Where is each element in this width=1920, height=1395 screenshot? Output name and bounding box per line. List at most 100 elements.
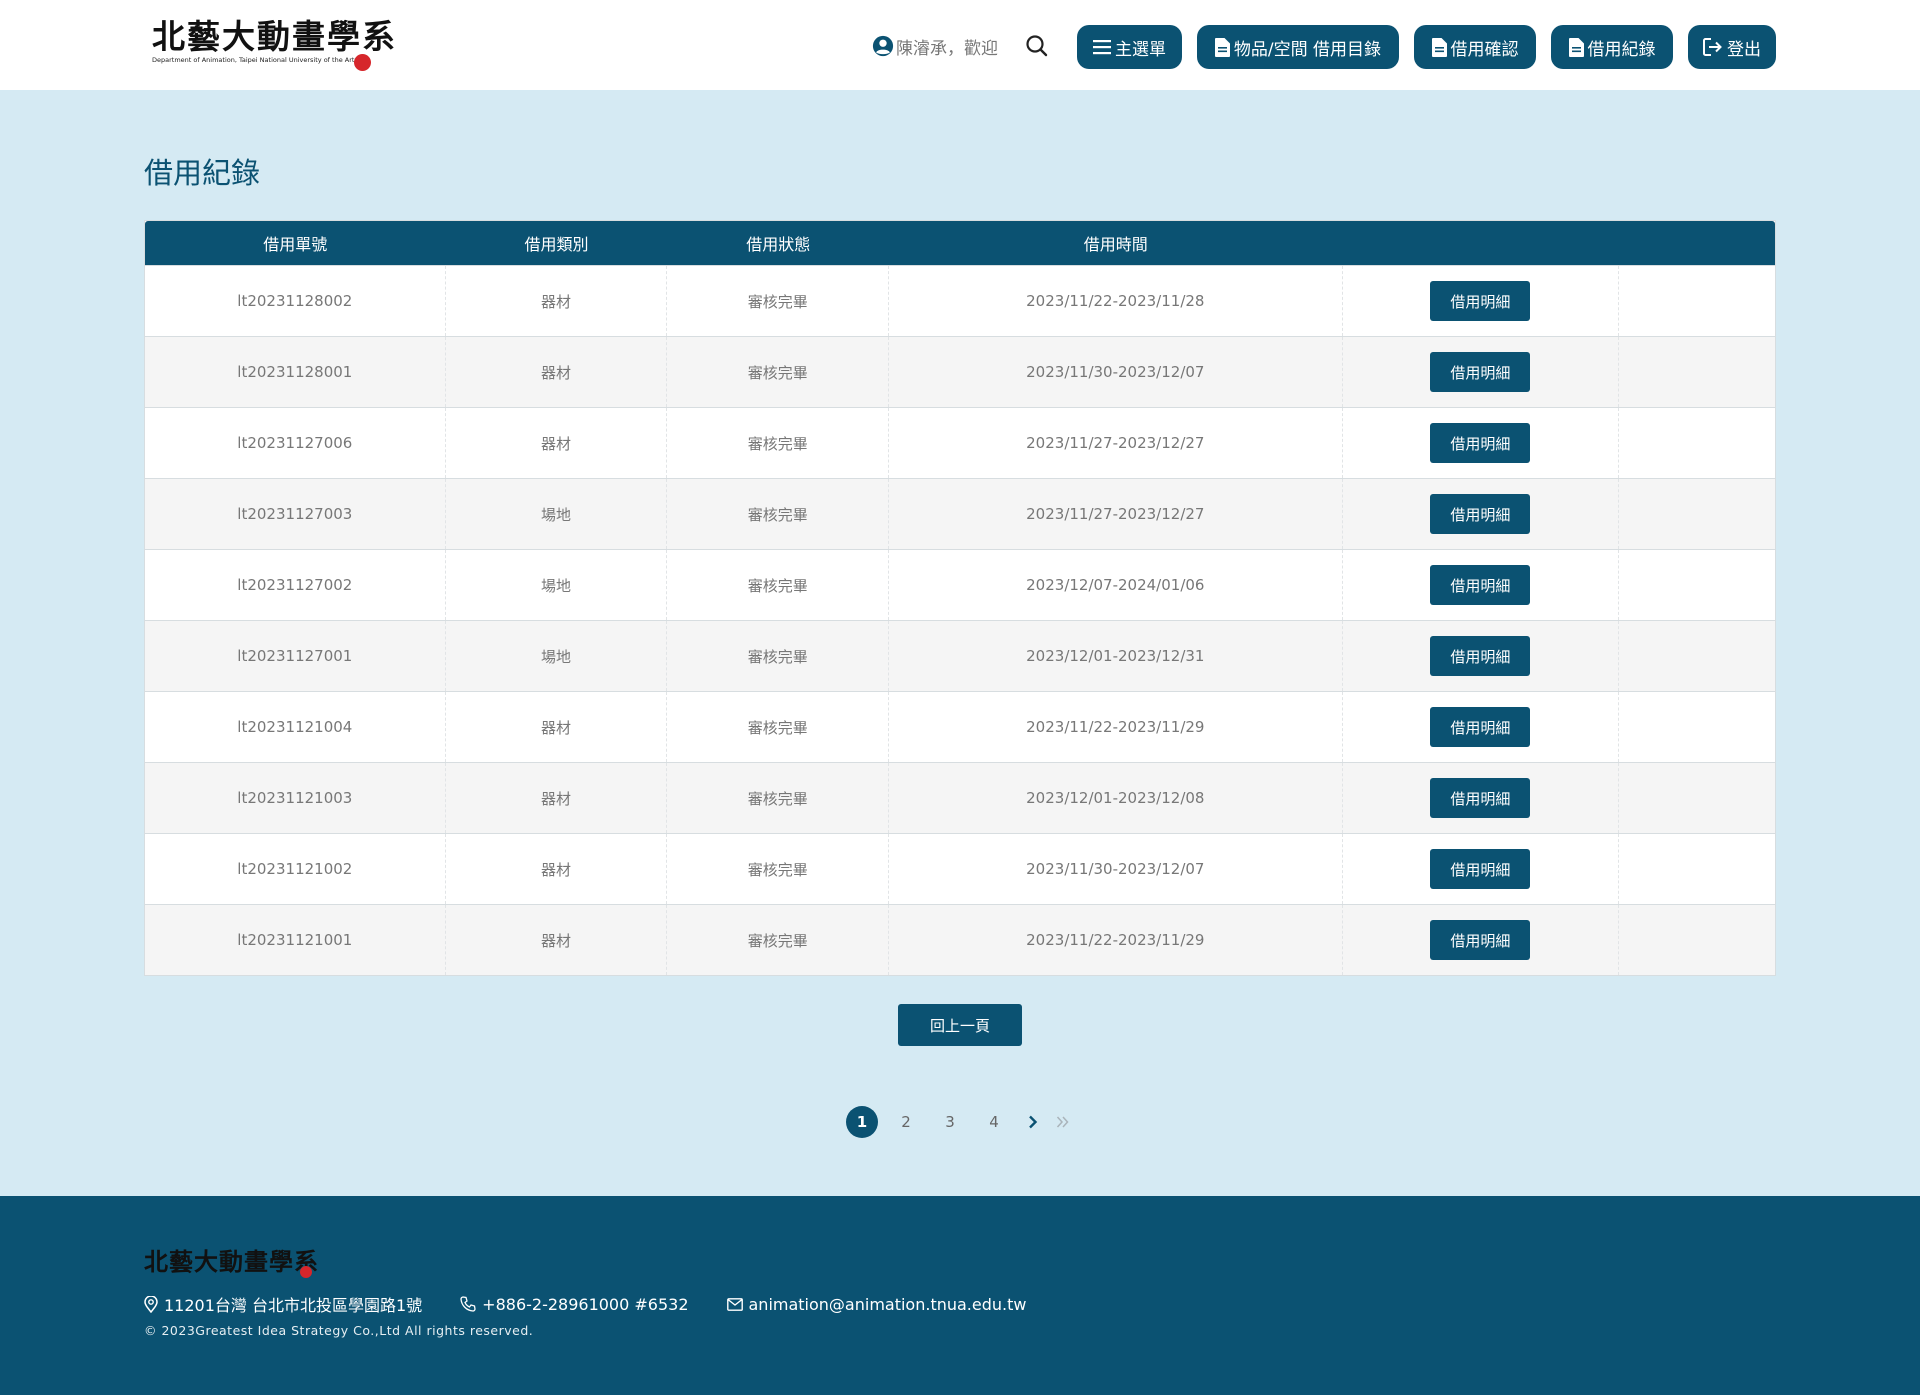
cell-action: 借用明細: [1343, 479, 1620, 549]
user-circle-icon: [872, 35, 894, 57]
cell-extra: [1619, 905, 1775, 975]
cell-period: 2023/11/27-2023/12/27: [889, 479, 1343, 549]
cell-id: lt20231121003: [145, 763, 446, 833]
chevron-right-icon: [1029, 1115, 1038, 1129]
address-text: 11201台灣 台北市北投區學園路1號: [164, 1296, 423, 1315]
cell-id: lt20231128001: [145, 337, 446, 407]
cell-category: 場地: [446, 479, 668, 549]
column-header-category: 借用類別: [524, 235, 589, 254]
nav-borrow-confirm-button[interactable]: 借用確認: [1414, 25, 1536, 69]
logo-subtitle: Department of Animation, Taipei National…: [152, 56, 358, 64]
cell-action: 借用明細: [1343, 266, 1620, 336]
detail-button[interactable]: 借用明細: [1430, 849, 1531, 889]
cell-extra: [1619, 692, 1775, 762]
cell-extra: [1619, 479, 1775, 549]
cell-extra: [1619, 408, 1775, 478]
phone-text: +886-2-28961000 #6532: [482, 1294, 689, 1314]
footer-email[interactable]: animation@animation.tnua.edu.tw: [726, 1294, 1027, 1314]
column-header-extra: [1619, 221, 1775, 265]
nav-label: 借用紀錄: [1587, 39, 1656, 60]
detail-button[interactable]: 借用明細: [1430, 707, 1531, 747]
table-row: lt20231127006 器材 審核完畢 2023/11/27-2023/12…: [145, 407, 1775, 478]
department-logo[interactable]: 北藝大動畫學系 Department of Animation, Taipei …: [152, 18, 395, 72]
cell-status: 審核完畢: [667, 692, 890, 762]
document-icon: [1568, 37, 1584, 57]
footer-phone[interactable]: +886-2-28961000 #6532: [460, 1294, 689, 1314]
footer: 北藝大動畫學系 11201台灣 台北市北投區學園路1號 +886-2-28961…: [0, 1196, 1920, 1395]
column-header-id: 借用單號: [263, 235, 328, 254]
page-link-3[interactable]: 3: [934, 1106, 966, 1138]
cell-id: lt20231121001: [145, 905, 446, 975]
document-icon: [1431, 37, 1447, 57]
table-row: lt20231127001 場地 審核完畢 2023/12/01-2023/12…: [145, 620, 1775, 691]
document-icon: [1214, 37, 1230, 57]
nav-catalog-button[interactable]: 物品/空間 借用目錄: [1197, 25, 1399, 69]
menu-icon: [1093, 40, 1111, 55]
cell-extra: [1619, 550, 1775, 620]
back-button[interactable]: 回上一頁: [898, 1004, 1022, 1046]
table-row: lt20231121002 器材 審核完畢 2023/11/30-2023/12…: [145, 833, 1775, 904]
nav-label: 物品/空間 借用目錄: [1233, 39, 1382, 60]
cell-action: 借用明細: [1343, 550, 1620, 620]
next-page-button[interactable]: [1022, 1106, 1044, 1138]
cell-category: 器材: [446, 266, 668, 336]
logo-seal-icon: [354, 54, 371, 71]
detail-button[interactable]: 借用明細: [1430, 281, 1531, 321]
cell-extra: [1619, 763, 1775, 833]
detail-button[interactable]: 借用明細: [1430, 565, 1531, 605]
cell-id: lt20231127001: [145, 621, 446, 691]
page-link-1[interactable]: 1: [846, 1106, 878, 1138]
copyright-text: © 2023Greatest Idea Strategy Co.,Ltd All…: [144, 1323, 534, 1338]
cell-action: 借用明細: [1343, 763, 1620, 833]
cell-category: 器材: [446, 408, 668, 478]
cell-period: 2023/11/30-2023/12/07: [889, 834, 1343, 904]
cell-action: 借用明細: [1343, 337, 1620, 407]
page-link-4[interactable]: 4: [978, 1106, 1010, 1138]
cell-status: 審核完畢: [667, 834, 890, 904]
location-pin-icon: [144, 1295, 158, 1313]
cell-id: lt20231121004: [145, 692, 446, 762]
cell-id: lt20231121002: [145, 834, 446, 904]
table-row: lt20231121003 器材 審核完畢 2023/12/01-2023/12…: [145, 762, 1775, 833]
cell-status: 審核完畢: [667, 550, 890, 620]
logout-icon: [1703, 38, 1722, 56]
page-link-2[interactable]: 2: [890, 1106, 922, 1138]
detail-button[interactable]: 借用明細: [1430, 423, 1531, 463]
email-text: animation@animation.tnua.edu.tw: [748, 1294, 1027, 1314]
footer-logo: 北藝大動畫學系: [144, 1247, 319, 1276]
cell-status: 審核完畢: [667, 763, 890, 833]
column-header-status: 借用狀態: [746, 235, 811, 254]
table-row: lt20231121004 器材 審核完畢 2023/11/22-2023/11…: [145, 691, 1775, 762]
column-header-action: [1343, 221, 1620, 265]
table-row: lt20231127003 場地 審核完畢 2023/11/27-2023/12…: [145, 478, 1775, 549]
detail-button[interactable]: 借用明細: [1430, 494, 1531, 534]
table-row: lt20231121001 器材 審核完畢 2023/11/22-2023/11…: [145, 904, 1775, 975]
cell-category: 器材: [446, 337, 668, 407]
last-page-button[interactable]: [1052, 1106, 1074, 1138]
cell-category: 器材: [446, 834, 668, 904]
cell-extra: [1619, 834, 1775, 904]
cell-action: 借用明細: [1343, 408, 1620, 478]
detail-button[interactable]: 借用明細: [1430, 778, 1531, 818]
search-button[interactable]: [1024, 33, 1050, 59]
cell-period: 2023/11/22-2023/11/29: [889, 905, 1343, 975]
top-header: 北藝大動畫學系 Department of Animation, Taipei …: [0, 0, 1920, 90]
detail-button[interactable]: 借用明細: [1430, 920, 1531, 960]
nav-label: 主選單: [1115, 39, 1166, 60]
detail-button[interactable]: 借用明細: [1430, 352, 1531, 392]
cell-extra: [1619, 337, 1775, 407]
cell-period: 2023/12/01-2023/12/08: [889, 763, 1343, 833]
table-row: lt20231127002 場地 審核完畢 2023/12/07-2024/01…: [145, 549, 1775, 620]
detail-button[interactable]: 借用明細: [1430, 636, 1531, 676]
cell-period: 2023/12/01-2023/12/31: [889, 621, 1343, 691]
envelope-icon: [726, 1297, 743, 1311]
nav-logout-button[interactable]: 登出: [1688, 25, 1776, 69]
borrow-record-table: 借用單號 借用類別 借用狀態 借用時間 lt20231128002 器材 審核完…: [144, 220, 1776, 976]
cell-action: 借用明細: [1343, 834, 1620, 904]
nav-main-menu-button[interactable]: 主選單: [1077, 25, 1182, 69]
cell-id: lt20231127002: [145, 550, 446, 620]
cell-extra: [1619, 266, 1775, 336]
cell-status: 審核完畢: [667, 905, 890, 975]
nav-label: 借用確認: [1450, 39, 1519, 60]
nav-borrow-record-button[interactable]: 借用紀錄: [1551, 25, 1673, 69]
